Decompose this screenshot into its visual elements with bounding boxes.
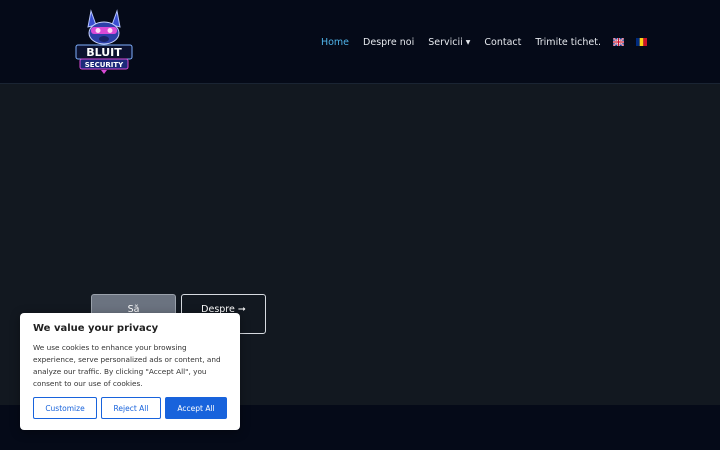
nav-home[interactable]: Home — [321, 37, 349, 48]
nav-contact-label: Contact — [484, 36, 522, 48]
nav-despre-noi[interactable]: Despre noi — [363, 37, 414, 48]
cookie-consent-banner: We value your privacy We use cookies to … — [20, 313, 240, 430]
nav-servicii[interactable]: Servicii ▼ — [428, 37, 470, 48]
nav-contact[interactable]: Contact — [484, 37, 521, 48]
nav-trimite-tichet-label: Trimite tichet. — [535, 36, 601, 48]
reject-all-button-label: Reject All — [113, 403, 149, 413]
cookie-text: We use cookies to enhance your browsing … — [33, 343, 221, 388]
accept-all-button-label: Accept All — [177, 403, 215, 413]
customize-button[interactable]: Customize — [33, 397, 97, 419]
svg-text:SECURITY: SECURITY — [85, 61, 124, 69]
cookie-title: We value your privacy — [33, 323, 159, 334]
nav-trimite-tichet[interactable]: Trimite tichet. — [535, 37, 601, 48]
romanian-flag-icon[interactable] — [636, 38, 647, 46]
cookie-buttons: Customize Reject All Accept All — [33, 397, 227, 419]
main-nav: Home Despre noi Servicii ▼ Contact Trimi… — [307, 35, 647, 49]
nav-home-label: Home — [320, 36, 350, 48]
english-flag-icon[interactable] — [612, 37, 625, 47]
bluit-security-logo[interactable]: BLUIT SECURITY — [74, 9, 134, 75]
nav-despre-noi-label: Despre noi — [363, 36, 415, 48]
chevron-down-icon: ▼ — [465, 38, 471, 46]
reject-all-button[interactable]: Reject All — [101, 397, 161, 419]
accept-all-button[interactable]: Accept All — [165, 397, 227, 419]
svg-text:BLUIT: BLUIT — [86, 46, 122, 59]
customize-button-label: Customize — [45, 403, 85, 413]
site-header: BLUIT SECURITY Home Despre noi Servicii … — [0, 0, 720, 84]
nav-servicii-label: Servicii — [428, 36, 463, 48]
